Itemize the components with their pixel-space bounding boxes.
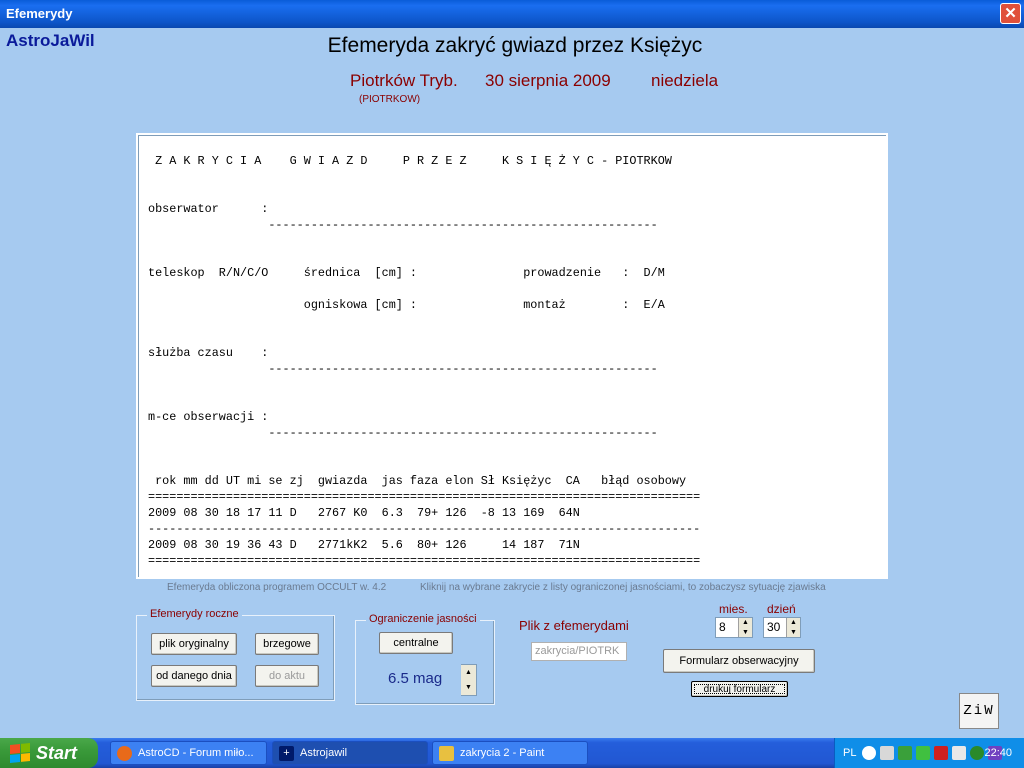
spin-up-icon[interactable]: ▲	[739, 618, 752, 628]
chevron-left-icon[interactable]	[862, 746, 877, 760]
magnitude-value: 6.5 mag	[388, 670, 443, 687]
ziw-button[interactable]: ZiW	[959, 693, 999, 729]
spin-down-icon[interactable]: ▼	[787, 628, 800, 638]
language-indicator[interactable]: PL	[843, 747, 856, 759]
day-spinner[interactable]: 30 ▲ ▼	[763, 617, 801, 638]
day-value: 30	[767, 620, 781, 634]
task-label: zakrycia 2 - Paint	[460, 747, 545, 759]
spin-down-icon[interactable]: ▼	[739, 628, 752, 638]
from-day-button[interactable]: od danego dnia	[151, 665, 237, 687]
group-legend: Efemerydy roczne	[147, 608, 242, 620]
edge-button[interactable]: brzegowe	[255, 633, 319, 655]
report-text[interactable]: Z A K R Y C I A G W I A Z D P R Z E Z K …	[148, 153, 700, 569]
report-panel[interactable]: Z A K R Y C I A G W I A Z D P R Z E Z K …	[136, 133, 888, 579]
magnitude-spinner[interactable]: ▲ ▼	[461, 664, 477, 696]
task-label: AstroCD - Forum miło...	[138, 747, 254, 759]
info-program: Efemeryda obliczona programem OCCULT w. …	[167, 582, 387, 593]
day-label: dzień	[767, 602, 796, 616]
task-astrojawil[interactable]: + Astrojawil	[272, 741, 428, 765]
file-label: Plik z efemerydami	[519, 618, 629, 633]
start-label: Start	[36, 742, 78, 763]
date-text: 30 sierpnia 2009	[485, 71, 611, 90]
group-efemerydy-roczne: Efemerydy roczne plik oryginalny brzegow…	[136, 608, 335, 701]
speaker-icon[interactable]	[880, 746, 895, 760]
month-label: mies.	[719, 602, 748, 616]
close-icon: ✕	[1004, 5, 1017, 22]
paint-icon	[439, 745, 454, 761]
print-form-button[interactable]: drukuj formularz	[691, 681, 788, 697]
group-legend: Ograniczenie jasności	[366, 613, 480, 625]
info-hint: Kliknij na wybrane zakrycie z listy ogra…	[420, 582, 826, 593]
place-code: (PIOTRKOW)	[359, 94, 421, 105]
windows-logo-icon	[10, 742, 30, 764]
title-bar: Efemerydy ✕	[0, 0, 1024, 28]
clock: 22:40	[984, 747, 1012, 759]
power-icon[interactable]	[970, 746, 985, 760]
task-astrocd[interactable]: AstroCD - Forum miło...	[110, 741, 267, 765]
weekday-text: niedziela	[651, 71, 719, 90]
month-value: 8	[719, 620, 726, 634]
firefox-icon	[117, 745, 132, 761]
place-name: Piotrków Tryb.	[350, 71, 458, 90]
file-field[interactable]: zakrycia/PIOTRK	[531, 642, 627, 661]
page-title: Efemeryda zakryć gwiazd przez Księżyc	[327, 34, 703, 57]
star-icon: +	[279, 745, 294, 761]
task-label: Astrojawil	[300, 747, 348, 759]
to-update-button[interactable]: do aktu	[255, 665, 319, 687]
spin-up-icon[interactable]: ▲	[461, 665, 476, 680]
task-paint[interactable]: zakrycia 2 - Paint	[432, 741, 588, 765]
start-button[interactable]: Start	[0, 738, 98, 768]
month-spinner[interactable]: 8 ▲ ▼	[715, 617, 753, 638]
spin-up-icon[interactable]: ▲	[787, 618, 800, 628]
taskbar: Start AstroCD - Forum miło... + Astrojaw…	[0, 738, 1024, 768]
close-button[interactable]: ✕	[1000, 3, 1021, 24]
spin-down-icon[interactable]: ▼	[461, 680, 476, 695]
network-icon[interactable]	[898, 746, 913, 760]
document-icon[interactable]	[952, 746, 967, 760]
form-button[interactable]: Formularz obserwacyjny	[663, 649, 815, 673]
check-icon[interactable]	[916, 746, 931, 760]
original-file-button[interactable]: plik oryginalny	[151, 633, 237, 655]
ati-icon[interactable]	[934, 746, 949, 760]
central-button[interactable]: centralne	[379, 632, 453, 654]
window-title: Efemerydy	[6, 6, 73, 21]
